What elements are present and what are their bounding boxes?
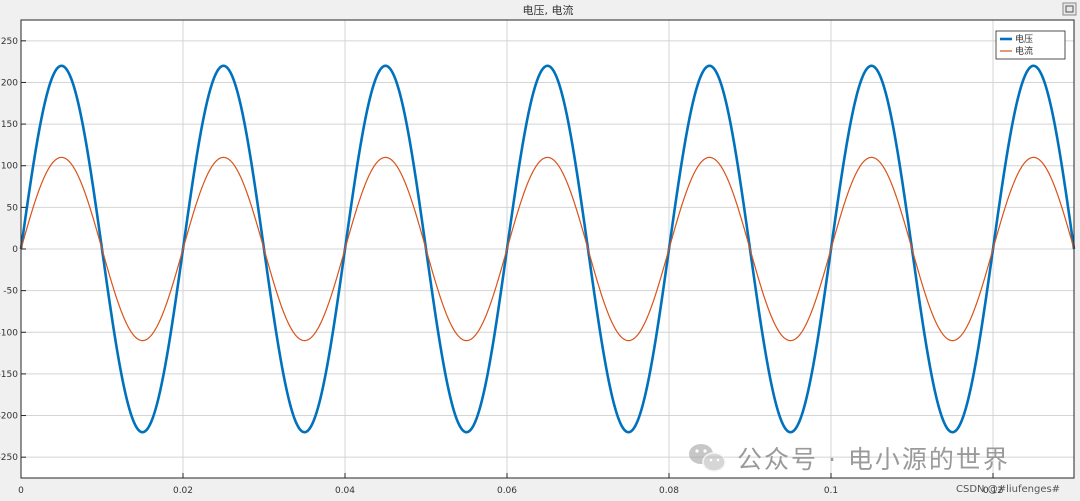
y-tick-label: -150 [0,370,18,380]
x-tick-label: 0 [18,486,24,496]
x-tick-label: 0.04 [335,486,355,496]
y-tick-label: -200 [0,412,18,422]
x-tick-label: 0.1 [824,486,838,496]
x-tick-label: 0.06 [497,486,517,496]
legend[interactable]: 电压 电流 [995,30,1066,60]
y-tick-label: 0 [12,245,18,255]
watermark: 公众号 · 电小源的世界 CSDN @#liufenges# [689,444,1060,495]
y-tick-label: 250 [1,37,18,47]
y-tick-label: 100 [1,162,18,172]
y-tick-label: 50 [7,203,19,213]
y-tick-label: -250 [0,453,18,463]
restore-view-icon[interactable] [1062,2,1077,16]
x-tick-label: 0.08 [659,486,679,496]
csdn-credit: CSDN @#liufenges# [956,484,1060,495]
y-tick-label: -50 [3,287,18,297]
legend-label-voltage: 电压 [1015,33,1033,45]
y-tick-label: -100 [0,328,18,338]
chart-title: 电压, 电流 [523,3,574,17]
chart-figure: 电压, 电流 -250 -200 -150 -100 -50 0 50 100 150 200 25… [0,2,1077,496]
y-tick-label: 200 [1,78,18,88]
legend-label-current: 电流 [1015,45,1033,57]
watermark-text: 公众号 · 电小源的世界 [737,445,1010,474]
y-tick-label: 150 [1,120,18,130]
x-tick-label: 0.02 [173,486,193,496]
